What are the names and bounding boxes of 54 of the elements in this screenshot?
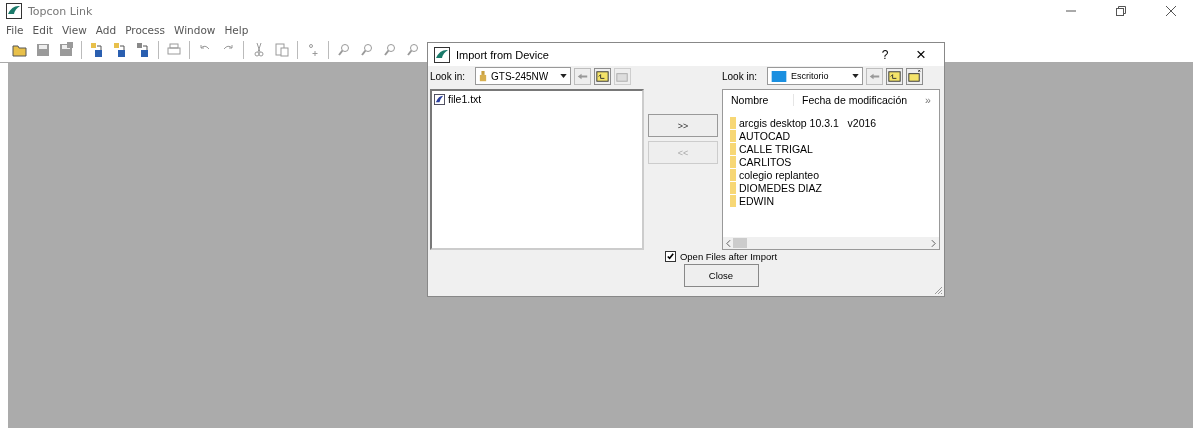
desktop-icon [771, 70, 787, 82]
dropdown-arrow-icon [560, 74, 567, 78]
transfer-icon[interactable] [89, 42, 105, 58]
folder-name[interactable]: AUTOCAD [739, 129, 791, 142]
column-header[interactable]: Fecha de modificación [794, 94, 925, 106]
menu-item[interactable]: Window [174, 24, 216, 36]
column-header[interactable]: Nombre [723, 94, 794, 106]
location-dropdown[interactable]: GTS-245NW [475, 67, 571, 85]
restore-icon[interactable] [1116, 6, 1126, 16]
dropdown-arrow-icon [852, 74, 859, 78]
close-icon[interactable] [1166, 6, 1176, 16]
horizontal-scrollbar[interactable] [723, 237, 939, 249]
folder-name[interactable]: arcgis desktop 10.3.1 v2016 [739, 116, 877, 129]
back-icon[interactable] [574, 67, 591, 85]
scroll-thumb[interactable] [733, 238, 747, 248]
help-button[interactable]: ? [870, 47, 900, 62]
checkbox-label: Open Files after Import [679, 251, 778, 262]
window-title: Topcon Link [28, 4, 93, 18]
transfer-icon[interactable] [112, 42, 128, 58]
folder-name[interactable]: colegio replanteo [739, 168, 819, 181]
look-in-label: Look in: [722, 70, 759, 82]
menu-item[interactable]: Help [224, 24, 249, 36]
scroll-left-icon[interactable] [726, 239, 731, 247]
folder-icon[interactable] [12, 42, 28, 58]
up-folder-icon[interactable] [886, 67, 903, 85]
menu-item[interactable]: Process [125, 24, 166, 36]
menu-item[interactable]: Edit [32, 24, 53, 36]
resize-grip-icon[interactable] [933, 285, 943, 295]
folder-name[interactable]: EDWIN [739, 194, 774, 207]
file-item[interactable]: file1.txt [434, 93, 482, 105]
location-dropdown[interactable]: Escritorio [767, 67, 863, 85]
look-in-label: Look in: [430, 70, 467, 82]
app-logo-icon [434, 46, 450, 63]
scroll-right-icon[interactable] [931, 239, 936, 247]
app-logo-icon [6, 3, 22, 19]
up-folder-icon[interactable] [594, 67, 611, 85]
file-name: file1.txt [448, 93, 482, 105]
menu-item[interactable]: View [61, 24, 87, 36]
transfer-icon[interactable] [135, 42, 151, 58]
menu-item[interactable]: Add [95, 24, 117, 36]
menu-item[interactable]: File [6, 24, 24, 36]
dialog-title: Import from Device [456, 48, 549, 61]
close-button[interactable]: × [906, 44, 936, 65]
more-columns-button[interactable]: » [925, 94, 939, 106]
checkbox[interactable] [664, 251, 676, 262]
back-icon[interactable] [866, 67, 883, 85]
file-icon [434, 93, 445, 105]
close-dialog-button[interactable]: Close [683, 264, 759, 287]
transfer-button[interactable]: >> [648, 114, 718, 137]
instrument-icon [479, 70, 487, 82]
folder-name[interactable]: CARLITOS [739, 155, 792, 168]
folder-name[interactable]: DIOMEDES DIAZ [739, 181, 822, 194]
folder-name[interactable]: CALLE TRIGAL [739, 142, 813, 155]
new-folder-icon[interactable] [906, 67, 923, 85]
